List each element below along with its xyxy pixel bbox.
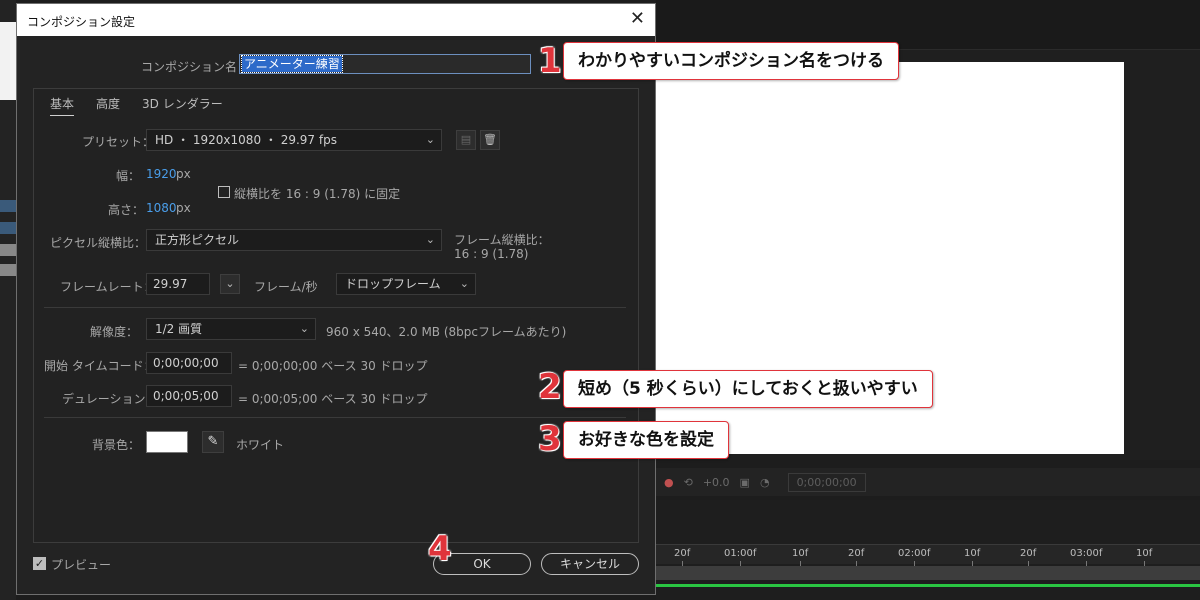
ruler-tick-label: 01:00f bbox=[724, 548, 757, 566]
resolution-dropdown[interactable]: 1/2 画質 ⌄ bbox=[146, 318, 316, 340]
start-timecode-label: 開始 タイムコード： bbox=[44, 359, 156, 373]
ruler-tick-label: 20f bbox=[848, 548, 865, 566]
project-thumbnail bbox=[0, 22, 16, 100]
project-item-icon bbox=[0, 222, 16, 234]
drop-frame-value: ドロップフレーム bbox=[345, 277, 441, 291]
preview-label: プレビュー bbox=[51, 558, 112, 572]
dialog-title: コンポジション設定 bbox=[27, 15, 136, 29]
composition-settings-dialog: コンポジション設定 ✕ コンポジション名： アニメーター練習 基本 高度 3D … bbox=[16, 3, 656, 595]
bg-color-name: ホワイト bbox=[236, 438, 285, 452]
start-timecode-info: = 0;00;00;00 ベース 30 ドロップ bbox=[238, 359, 428, 373]
ruler-tick-label: 10f bbox=[964, 548, 981, 566]
callout-number: 2 bbox=[538, 367, 562, 407]
duration-info: = 0;00;05;00 ベース 30 ドロップ bbox=[238, 392, 428, 406]
tab-3d-renderer[interactable]: 3D レンダラー bbox=[142, 95, 223, 116]
pixel-aspect-dropdown[interactable]: 正方形ピクセル ⌄ bbox=[146, 229, 442, 251]
duration-input[interactable]: 0;00;05;00 bbox=[146, 385, 232, 407]
cancel-button[interactable]: キャンセル bbox=[541, 553, 639, 575]
close-icon[interactable]: ✕ bbox=[630, 8, 645, 29]
ruler-tick-label: 02:00f bbox=[898, 548, 931, 566]
lock-aspect-label: 縦横比を 16 : 9 (1.78) に固定 bbox=[234, 187, 401, 201]
width-value[interactable]: 1920 bbox=[146, 167, 177, 181]
color-channels-icon[interactable]: ● bbox=[664, 476, 674, 489]
settings-panel: 基本 高度 3D レンダラー プリセット： HD ・ 1920x1080 ・ 2… bbox=[33, 88, 639, 543]
duration-label: デュレーション： bbox=[62, 392, 158, 406]
reset-exposure-icon[interactable]: ⟲ bbox=[684, 476, 693, 489]
start-timecode-input[interactable]: 0;00;00;00 bbox=[146, 352, 232, 374]
drop-frame-dropdown[interactable]: ドロップフレーム ⌄ bbox=[336, 273, 476, 295]
preset-label: プリセット： bbox=[82, 135, 155, 149]
comp-name-input[interactable]: アニメーター練習 bbox=[239, 54, 531, 74]
callout-number: 4 bbox=[428, 529, 452, 569]
chevron-down-icon: ⌄ bbox=[425, 233, 435, 246]
time-ruler[interactable]: 20f 01:00f 10f 20f 02:00f 10f 20f 03:00f… bbox=[656, 544, 1200, 566]
exposure-value[interactable]: +0.0 bbox=[703, 476, 730, 489]
tab-basic[interactable]: 基本 bbox=[50, 95, 75, 116]
eyedropper-icon[interactable]: ✎ bbox=[202, 431, 224, 453]
pixel-aspect-label: ピクセル縦横比： bbox=[50, 236, 147, 250]
bg-color-label: 背景色： bbox=[92, 438, 141, 452]
preset-dropdown[interactable]: HD ・ 1920x1080 ・ 29.97 fps ⌄ bbox=[146, 129, 442, 151]
callout-number: 1 bbox=[538, 41, 562, 81]
lock-aspect-checkbox[interactable] bbox=[218, 186, 230, 198]
bg-color-swatch[interactable] bbox=[146, 431, 188, 453]
resolution-value: 1/2 画質 bbox=[155, 322, 203, 336]
render-status-line bbox=[656, 584, 1200, 587]
resolution-label: 解像度： bbox=[90, 325, 139, 339]
chevron-down-icon: ⌄ bbox=[299, 322, 309, 335]
height-value[interactable]: 1080 bbox=[146, 201, 177, 215]
ruler-tick-label: 10f bbox=[1136, 548, 1153, 566]
frame-rate-input[interactable]: 29.97 bbox=[146, 273, 210, 295]
frame-rate-unit: フレーム/秒 bbox=[254, 280, 318, 294]
settings-tabs: 基本 高度 3D レンダラー bbox=[50, 95, 223, 116]
project-item-icon bbox=[0, 244, 16, 256]
ruler-tick-label: 20f bbox=[674, 548, 691, 566]
dialog-titlebar: コンポジション設定 ✕ bbox=[17, 4, 655, 36]
project-item-icon bbox=[0, 200, 16, 212]
save-preset-icon[interactable]: ▤ bbox=[456, 130, 476, 150]
width-unit: px bbox=[176, 167, 191, 181]
callout-duration: 短め（5 秒くらい）にしておくと扱いやすい bbox=[563, 370, 933, 408]
delete-preset-icon[interactable]: 🗑 bbox=[480, 130, 500, 150]
callout-comp-name: わかりやすいコンポジション名をつける bbox=[563, 42, 899, 80]
ruler-tick-label: 10f bbox=[792, 548, 809, 566]
frame-aspect-value: 16 : 9 (1.78) bbox=[454, 247, 529, 261]
work-area-bar[interactable] bbox=[656, 566, 1200, 580]
viewer-toolbar: ● ⟲ +0.0 ▣ ◔ 0;00;00;00 bbox=[656, 468, 1200, 496]
tab-advanced[interactable]: 高度 bbox=[96, 95, 120, 116]
height-unit: px bbox=[176, 201, 191, 215]
project-item-icon bbox=[0, 264, 16, 276]
frame-aspect-label: フレーム縦横比： bbox=[454, 233, 550, 247]
section-divider bbox=[44, 417, 626, 418]
chevron-down-icon: ⌄ bbox=[425, 133, 435, 146]
frame-rate-label: フレームレート： bbox=[60, 280, 156, 294]
snapshot-icon[interactable]: ▣ bbox=[740, 476, 750, 489]
comp-name-label: コンポジション名： bbox=[141, 60, 250, 74]
callout-number: 3 bbox=[538, 419, 562, 459]
resolution-info: 960 x 540、2.0 MB (8bpcフレームあたり) bbox=[326, 325, 567, 339]
preset-value: HD ・ 1920x1080 ・ 29.97 fps bbox=[155, 133, 337, 147]
height-label: 高さ： bbox=[108, 203, 145, 217]
viewer-timecode[interactable]: 0;00;00;00 bbox=[787, 472, 866, 492]
preview-checkbox[interactable]: ✓ bbox=[33, 557, 46, 570]
ruler-tick-label: 20f bbox=[1020, 548, 1037, 566]
left-panel-strip bbox=[0, 0, 16, 600]
width-label: 幅： bbox=[116, 169, 141, 183]
show-snapshot-icon[interactable]: ◔ bbox=[760, 476, 770, 489]
chevron-down-icon: ⌄ bbox=[459, 277, 469, 290]
callout-bg-color: お好きな色を設定 bbox=[563, 421, 729, 459]
section-divider bbox=[44, 307, 626, 308]
pixel-aspect-value: 正方形ピクセル bbox=[155, 233, 240, 247]
ruler-tick-label: 03:00f bbox=[1070, 548, 1103, 566]
comp-name-value: アニメーター練習 bbox=[241, 55, 343, 73]
frame-rate-menu-button[interactable]: ⌄ bbox=[220, 274, 240, 294]
